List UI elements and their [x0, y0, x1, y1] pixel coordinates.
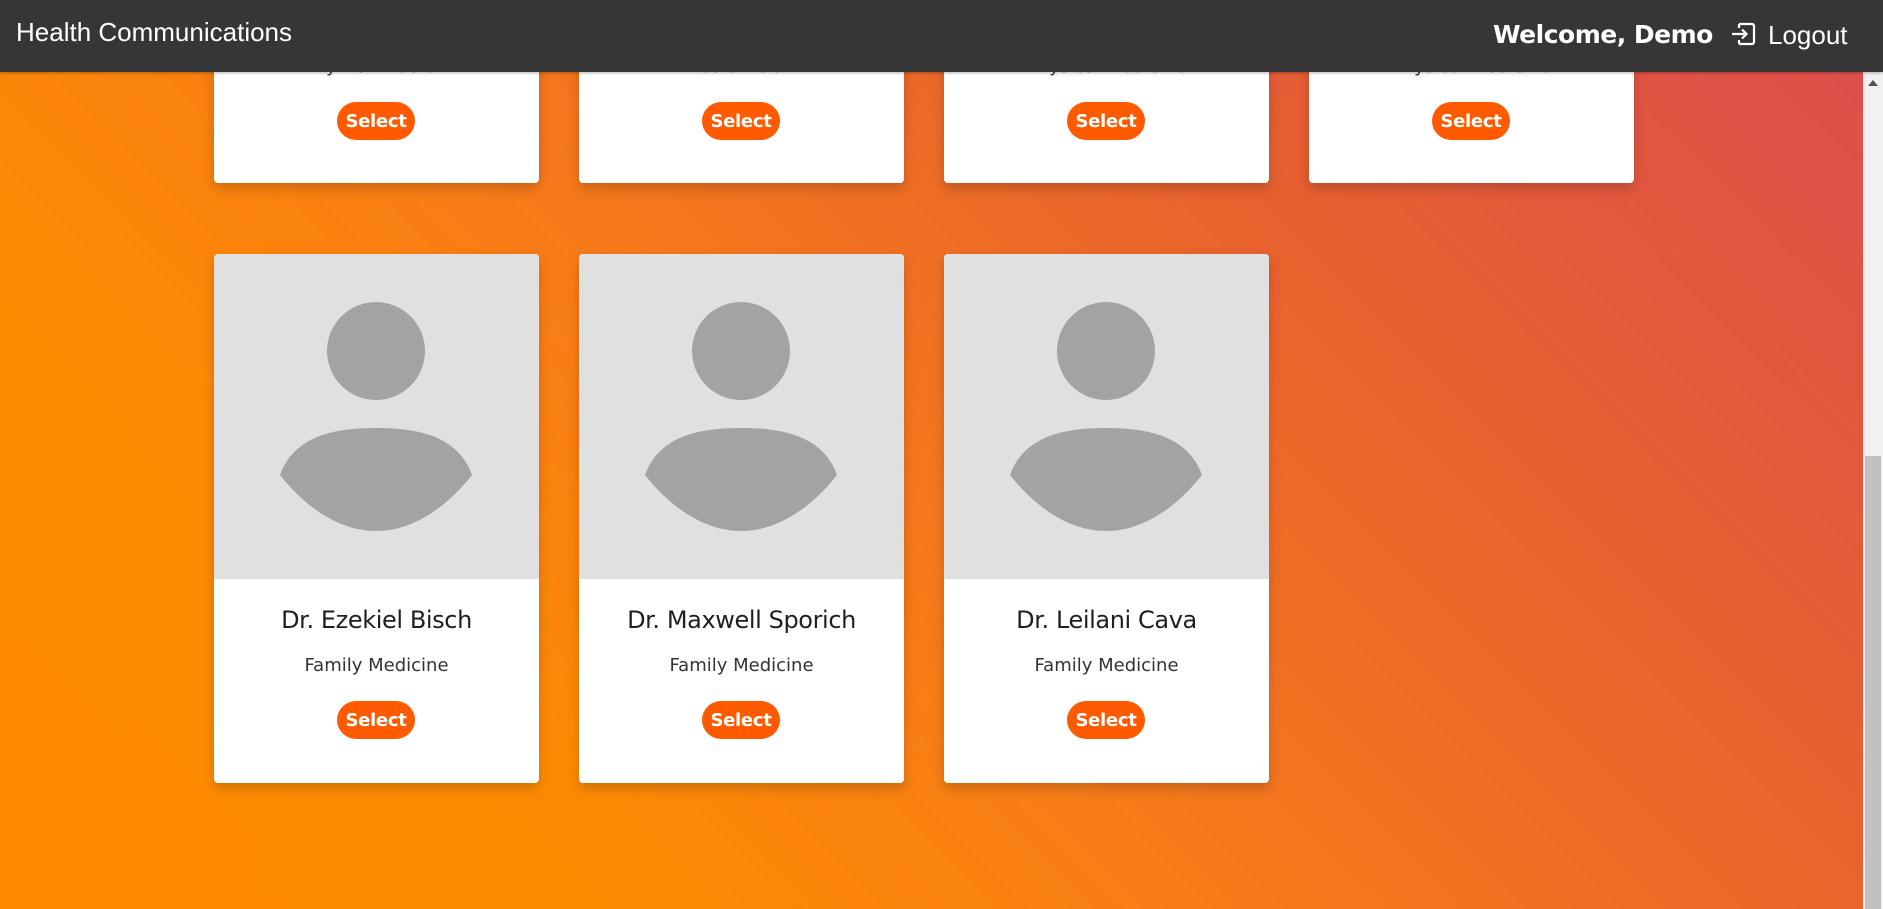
doctor-photo: [944, 254, 1269, 579]
doctor-card: Dr. Maxwell Sporich Family Medicine Sele…: [579, 254, 904, 783]
doctor-card: Dr. Leilani Cava Family Medicine Select: [944, 254, 1269, 783]
doctor-photo: [579, 254, 904, 579]
doctor-name: Dr. Leilani Cava: [1016, 606, 1197, 634]
page: My PCP Doctor Select Pediatrician Select…: [0, 0, 1883, 909]
person-placeholder-icon: [1010, 302, 1202, 531]
select-button[interactable]: Select: [337, 701, 415, 739]
scroll-thumb[interactable]: [1865, 456, 1881, 909]
select-button[interactable]: Select: [1432, 102, 1510, 140]
select-button[interactable]: Select: [1067, 102, 1145, 140]
page-scrollbar[interactable]: [1863, 72, 1883, 909]
doctor-name: Dr. Maxwell Sporich: [627, 606, 856, 634]
select-button[interactable]: Select: [1067, 701, 1145, 739]
logout-button[interactable]: Logout: [1730, 16, 1848, 51]
scroll-up-arrow-icon[interactable]: [1868, 80, 1878, 86]
welcome-message: Welcome, Demo: [1493, 20, 1713, 49]
doctor-card: Dr. Ezekiel Bisch Family Medicine Select: [214, 254, 539, 783]
person-placeholder-icon: [280, 302, 472, 531]
logout-icon: [1732, 22, 1756, 45]
person-placeholder-icon: [645, 302, 837, 531]
top-navbar: Health Communications Welcome, Demo Logo…: [0, 0, 1883, 72]
doctor-specialty: Family Medicine: [669, 655, 814, 676]
logout-label: Logout: [1768, 20, 1848, 50]
select-button[interactable]: Select: [337, 102, 415, 140]
select-button[interactable]: Select: [702, 102, 780, 140]
doctor-name: Dr. Ezekiel Bisch: [281, 606, 472, 634]
doctor-photo: [214, 254, 539, 579]
select-button[interactable]: Select: [702, 701, 780, 739]
doctor-specialty: Family Medicine: [304, 655, 449, 676]
doctor-specialty: Family Medicine: [1034, 655, 1179, 676]
app-brand[interactable]: Health Communications: [16, 17, 292, 48]
